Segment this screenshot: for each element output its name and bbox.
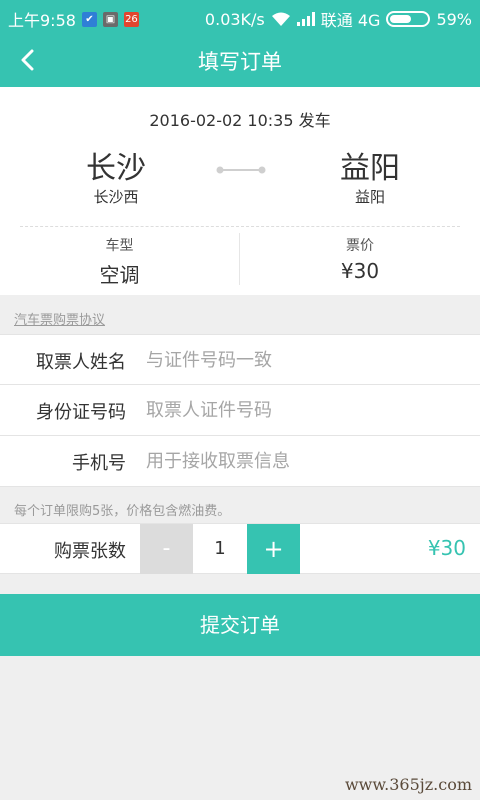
id-input[interactable] (146, 395, 456, 425)
status-left: 上午9:58 ✔ ▣ 26 (8, 7, 139, 31)
submit-order-button[interactable]: 提交订单 (0, 594, 480, 656)
name-input[interactable] (146, 345, 456, 375)
decrement-button[interactable]: - (140, 524, 193, 574)
agreement-link[interactable]: 汽车票购票协议 (14, 309, 105, 328)
quantity-row: 购票张数 - 1 + ¥30 (0, 523, 480, 574)
bus-type-value: 空调 (99, 263, 140, 287)
from-city: 长沙 (86, 151, 146, 186)
name-row: 取票人姓名 (0, 334, 480, 385)
ticket-price-label: 票价 (346, 238, 374, 254)
phone-row: 手机号 (0, 436, 480, 487)
total-price: ¥30 (427, 536, 466, 560)
departure-time: 2016-02-02 10:35 发车 (149, 111, 331, 130)
ticket-price: 票价 ¥30 (240, 233, 480, 283)
battery-icon (386, 11, 431, 27)
to-city: 益阳 (340, 151, 400, 186)
route-connector (216, 166, 266, 174)
bus-type: 车型 空调 (0, 233, 240, 287)
bus-type-label: 车型 (105, 238, 134, 254)
app-header: 填写订单 (0, 33, 480, 87)
watermark: www.365jz.com (344, 775, 472, 794)
passenger-form: 取票人姓名 身份证号码 手机号 (0, 334, 480, 487)
notification-badge: 26 (123, 11, 139, 27)
carrier: 联通 4G (320, 11, 381, 30)
net-speed: 0.03K/s (204, 9, 265, 29)
quantity-label: 购票张数 (54, 541, 126, 562)
purchase-note: 每个订单限购5张，价格包含燃油费。 (14, 504, 231, 519)
name-label: 取票人姓名 (36, 352, 126, 373)
id-row: 身份证号码 (0, 385, 480, 436)
phone-label: 手机号 (72, 453, 126, 474)
battery-fill (390, 15, 412, 23)
status-time: 上午9:58 (8, 11, 76, 30)
wifi-icon (271, 12, 290, 26)
shield-icon: ✔ (81, 11, 97, 27)
from-station: 长沙西 (93, 188, 139, 206)
gallery-icon: ▣ (102, 11, 118, 27)
id-label: 身份证号码 (36, 402, 126, 423)
to-station: 益阳 (354, 188, 385, 206)
battery-percent: 59% (436, 9, 472, 29)
trip-card: 2016-02-02 10:35 发车 长沙 长沙西 益阳 益阳 车型 空调 票… (0, 87, 480, 295)
phone-input[interactable] (146, 446, 456, 476)
quantity-value: 1 (214, 538, 226, 559)
divider (20, 226, 460, 227)
status-right: 0.03K/s 联通 4G 59% (205, 7, 472, 31)
signal-icon (296, 12, 315, 26)
status-bar: 上午9:58 ✔ ▣ 26 0.03K/s 联通 4G 59% (0, 0, 480, 33)
page-title: 填写订单 (198, 50, 282, 74)
increment-button[interactable]: + (247, 524, 300, 574)
ticket-price-value: ¥30 (340, 259, 380, 283)
